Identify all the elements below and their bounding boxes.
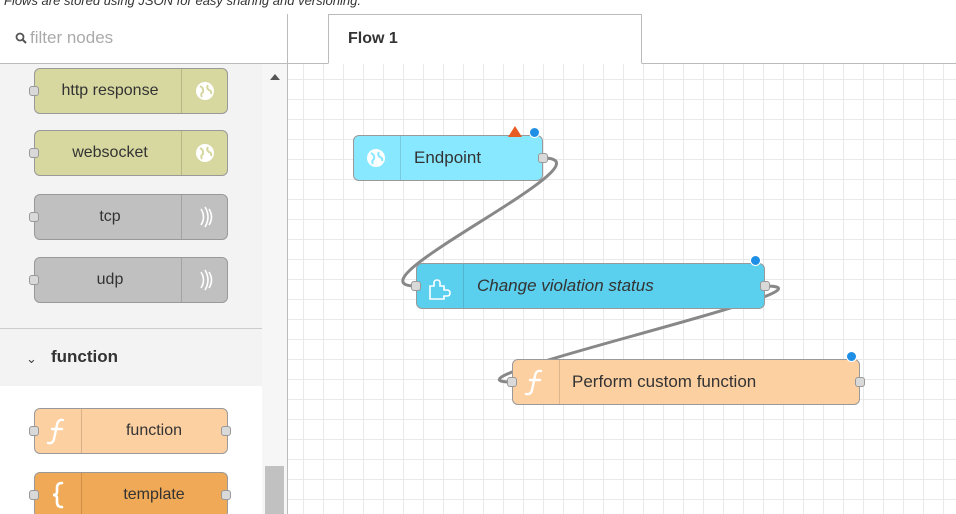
input-port	[29, 148, 39, 158]
scroll-up-arrow-icon[interactable]	[270, 74, 280, 80]
changed-indicator-dot	[750, 255, 761, 266]
palette-scrollbar[interactable]	[262, 64, 287, 514]
function-icon	[513, 360, 560, 404]
flow-node-label: Endpoint	[414, 148, 482, 167]
palette-node-tcp[interactable]: tcp	[29, 194, 228, 240]
node-palette: filter nodes http response websocket tcp	[0, 14, 288, 514]
flow-node-perform-custom-function[interactable]: Perform custom function	[507, 351, 865, 405]
filter-placeholder: filter nodes	[30, 28, 114, 47]
search-icon	[15, 32, 27, 44]
flow-node-label: Perform custom function	[572, 372, 757, 391]
warning-icon	[508, 126, 522, 137]
filter-nodes-input[interactable]: filter nodes	[0, 14, 287, 64]
caption: Flows are stored using JSON for easy sha…	[4, 0, 361, 8]
palette-node-label: template	[123, 486, 185, 503]
globe-icon	[181, 69, 228, 113]
palette-node-label: udp	[96, 271, 124, 288]
input-port	[29, 86, 39, 96]
palette-node-websocket[interactable]: websocket	[29, 130, 228, 176]
palette-node-label: function	[125, 422, 183, 439]
scrollbar-thumb[interactable]	[265, 466, 284, 514]
flow-node-endpoint[interactable]: Endpoint	[353, 126, 548, 181]
palette-node-function[interactable]: function	[29, 408, 231, 454]
palette-node-label: tcp	[99, 208, 121, 225]
palette-node-label: websocket	[72, 144, 148, 161]
changed-indicator-dot	[529, 127, 540, 138]
palette-node-label: http response	[61, 82, 159, 99]
chevron-down-icon: ⌄	[26, 351, 37, 366]
category-function-header[interactable]: ⌄ function	[0, 328, 262, 387]
changed-indicator-dot	[846, 351, 857, 362]
tab-flow-1[interactable]: Flow 1	[328, 14, 642, 64]
palette-node-http-response[interactable]: http response	[29, 68, 228, 114]
palette-scroll-area: http response websocket tcp udp ⌄ functi…	[0, 64, 262, 514]
workspace-tabs: Flow 1	[288, 14, 956, 64]
category-function-body: function template	[0, 386, 262, 514]
output-port	[221, 426, 231, 436]
input-port	[29, 275, 39, 285]
output-port	[221, 490, 231, 500]
input-port	[29, 212, 39, 222]
globe-icon	[181, 131, 228, 175]
globe-icon	[354, 136, 401, 180]
output-port[interactable]	[855, 377, 865, 387]
function-icon	[35, 409, 82, 453]
palette-node-udp[interactable]: udp	[29, 257, 228, 303]
flow-node-change-violation-status[interactable]: Change violation status	[411, 255, 770, 309]
bridge-icon	[181, 258, 228, 302]
template-icon	[35, 473, 82, 514]
tab-label: Flow 1	[348, 30, 398, 47]
flow-node-label: Change violation status	[477, 276, 654, 295]
palette-node-template[interactable]: template	[29, 472, 231, 514]
output-port[interactable]	[760, 281, 770, 291]
output-port[interactable]	[538, 153, 548, 163]
subflow-icon	[417, 264, 464, 308]
category-title: function	[51, 347, 119, 366]
bridge-icon	[181, 195, 228, 239]
